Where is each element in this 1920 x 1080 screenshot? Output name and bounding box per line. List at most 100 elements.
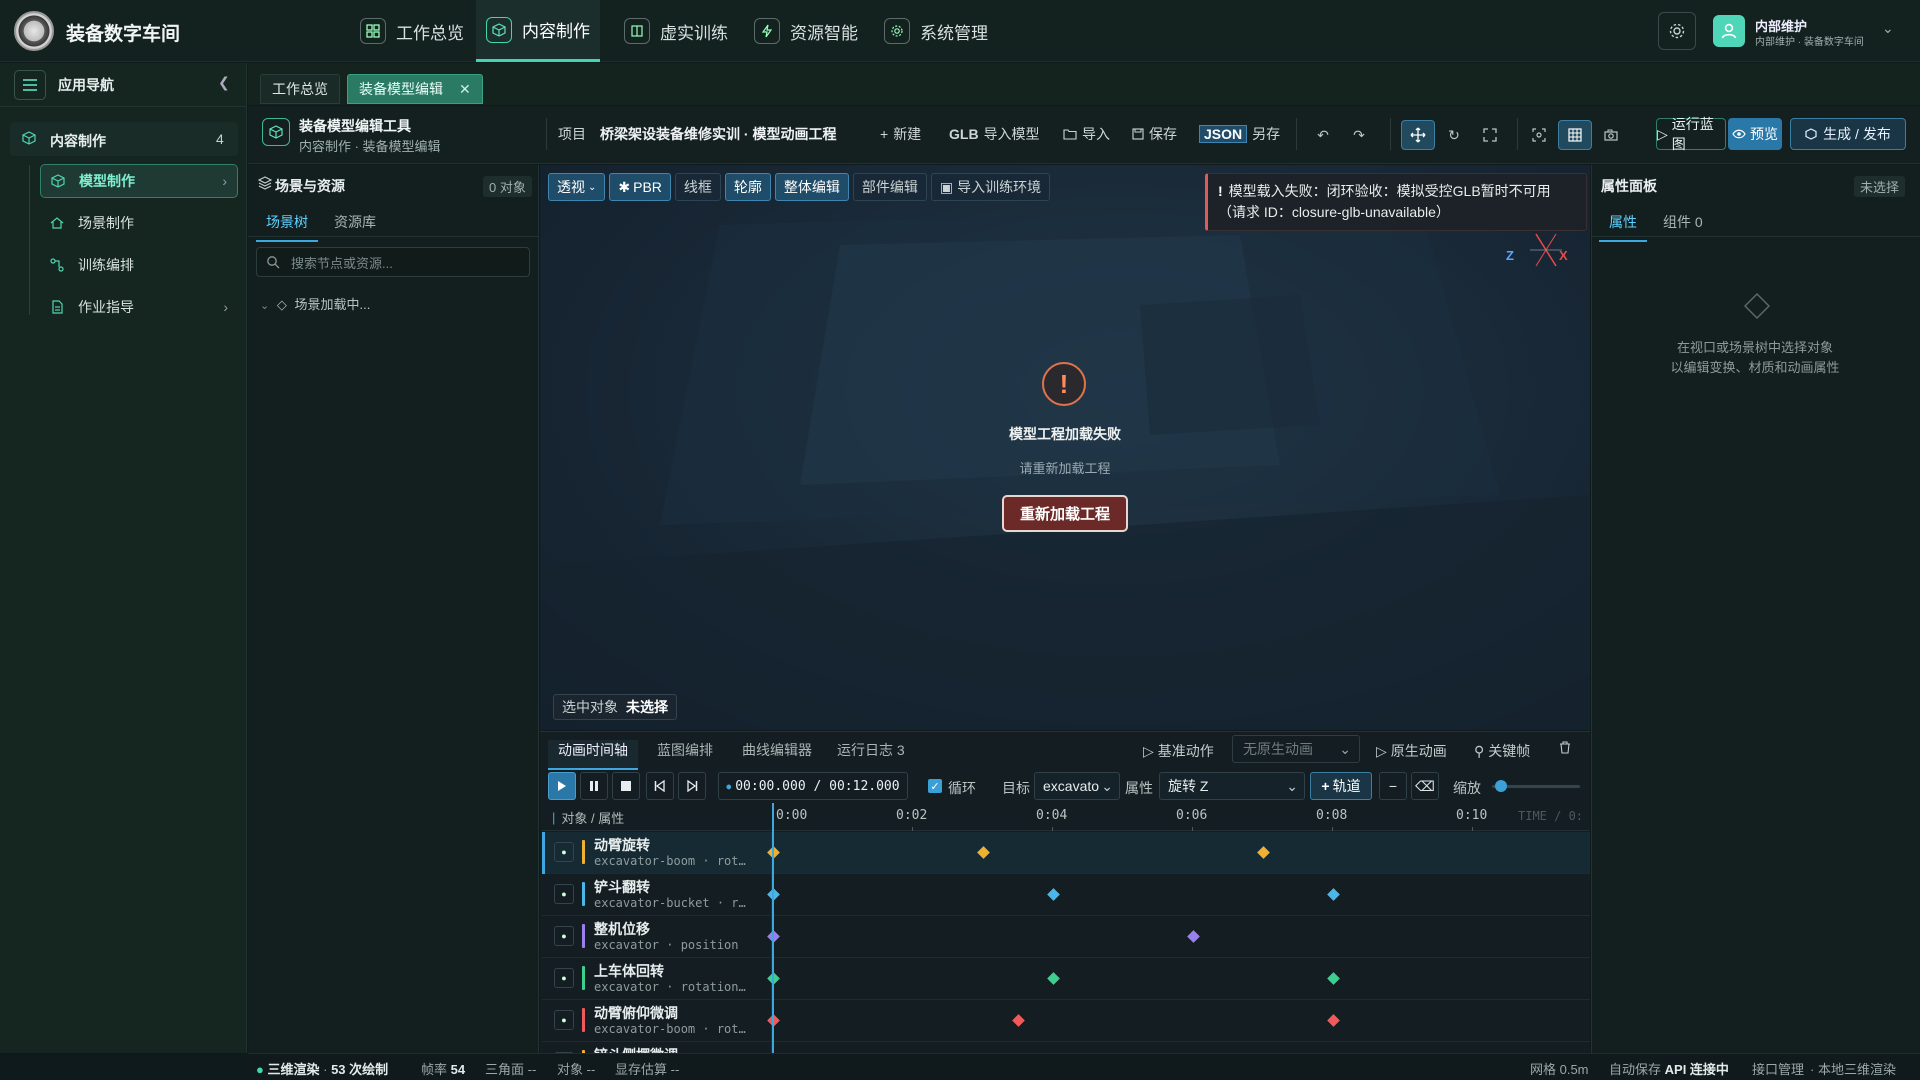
property-select[interactable]: 旋转 Z ⌄ bbox=[1159, 772, 1305, 800]
pause-button[interactable] bbox=[580, 772, 608, 800]
topnav-overview[interactable]: 工作总览 bbox=[350, 0, 474, 62]
tab-blueprint[interactable]: 蓝图编排 bbox=[647, 740, 723, 768]
tab-animation-timeline[interactable]: 动画时间轴 bbox=[548, 740, 638, 770]
topnav-system[interactable]: 系统管理 bbox=[874, 0, 998, 62]
camera-icon[interactable] bbox=[1594, 120, 1628, 150]
keyframe-marker[interactable] bbox=[977, 846, 990, 859]
tris-value: -- bbox=[527, 1062, 537, 1077]
track-target: excavator-bucket · r… bbox=[594, 896, 746, 910]
topnav-content[interactable]: 内容制作 bbox=[476, 0, 600, 62]
target-select[interactable]: excavato ⌄ bbox=[1034, 772, 1120, 800]
save-button[interactable]: 保存 bbox=[1132, 124, 1177, 144]
tab-overview[interactable]: 工作总览 bbox=[260, 74, 340, 104]
box-icon: ▣ bbox=[939, 178, 954, 195]
step-forward-button[interactable] bbox=[678, 772, 706, 800]
clear-keyframes-button[interactable]: ⌫ bbox=[1411, 772, 1439, 800]
stop-button[interactable] bbox=[612, 772, 640, 800]
remove-track-button[interactable]: − bbox=[1379, 772, 1407, 800]
outline-toggle[interactable]: 轮廓 bbox=[724, 173, 771, 201]
playhead[interactable] bbox=[772, 803, 774, 1053]
part-edit-toggle[interactable]: 部件编辑 bbox=[852, 173, 927, 201]
play-button[interactable] bbox=[548, 772, 576, 800]
ruler-tick-mark bbox=[912, 827, 913, 831]
animation-select[interactable]: 无原生动画 ⌄ bbox=[1232, 735, 1360, 763]
keyframe-marker[interactable] bbox=[1187, 930, 1200, 943]
visibility-toggle[interactable]: ● bbox=[554, 968, 574, 988]
saveas-button[interactable]: JSON 另存 bbox=[1199, 124, 1280, 144]
new-button[interactable]: + 新建 bbox=[880, 124, 921, 144]
tab-properties[interactable]: 属性 bbox=[1599, 212, 1647, 242]
native-animation-button[interactable]: ▷ 原生动画 bbox=[1376, 741, 1447, 761]
keyframe-marker[interactable] bbox=[1047, 888, 1060, 901]
track-row[interactable]: ● 整机位移 excavator · position bbox=[542, 916, 1590, 958]
keyframe-marker[interactable] bbox=[1047, 972, 1060, 985]
wireframe-toggle[interactable]: 线框 bbox=[674, 173, 721, 201]
selected-label: 选中对象 bbox=[562, 699, 618, 715]
search-input[interactable]: 搜索节点或资源... bbox=[256, 247, 530, 277]
api-manage-link[interactable]: 接口管理 bbox=[1752, 1059, 1804, 1078]
preview-button[interactable]: 预览 bbox=[1728, 118, 1782, 150]
perspective-toggle[interactable]: 透视 ⌄ bbox=[548, 173, 606, 201]
tab-run-log[interactable]: 运行日志 3 bbox=[827, 740, 915, 768]
visibility-toggle[interactable]: ● bbox=[554, 1010, 574, 1030]
chevron-down-icon[interactable]: ⌄ bbox=[1882, 20, 1894, 37]
sidebar-item-training[interactable]: 训练编排 bbox=[40, 248, 238, 282]
tree-item-loading[interactable]: ⌄ ◇ 场景加载中... bbox=[260, 294, 370, 313]
cube-icon bbox=[262, 118, 290, 146]
whole-edit-toggle[interactable]: 整体编辑 bbox=[774, 173, 849, 201]
reload-project-button[interactable]: 重新加载工程 bbox=[1002, 495, 1128, 532]
scale-icon[interactable] bbox=[1473, 120, 1507, 150]
track-row[interactable]: ● 动臂旋转 excavator-boom · rot… bbox=[542, 832, 1590, 874]
keyframe-marker[interactable] bbox=[1327, 888, 1340, 901]
track-row[interactable]: ● 上车体回转 excavator · rotation… bbox=[542, 958, 1590, 1000]
keyframe-marker[interactable] bbox=[1327, 1014, 1340, 1027]
grid-toggle-icon[interactable] bbox=[1558, 120, 1592, 150]
tab-scene-tree[interactable]: 场景树 bbox=[256, 212, 318, 242]
base-action-button[interactable]: ▷ 基准动作 bbox=[1143, 741, 1214, 761]
tab-model-edit[interactable]: 装备模型编辑 ✕ bbox=[347, 74, 483, 104]
avatar[interactable] bbox=[1713, 15, 1745, 47]
publish-button[interactable]: 生成 / 发布 bbox=[1790, 118, 1906, 150]
sidebar-item-scene[interactable]: 场景制作 bbox=[40, 206, 238, 240]
trash-icon[interactable] bbox=[1559, 741, 1571, 754]
visibility-toggle[interactable]: ● bbox=[554, 884, 574, 904]
keyframe-marker[interactable] bbox=[1257, 846, 1270, 859]
track-row[interactable]: ● 铲斗翻转 excavator-bucket · r… bbox=[542, 874, 1590, 916]
rotate-icon[interactable]: ↻ bbox=[1437, 120, 1471, 150]
focus-icon[interactable] bbox=[1522, 120, 1556, 150]
sidebar-section-content[interactable]: 内容制作 4 bbox=[10, 122, 238, 156]
search-icon bbox=[266, 255, 280, 269]
import-button[interactable]: 导入 bbox=[1063, 124, 1110, 144]
topnav-training[interactable]: 虚实训练 bbox=[614, 0, 738, 62]
sidebar-item-guide[interactable]: 作业指导 › bbox=[40, 290, 238, 324]
selection-indicator bbox=[542, 832, 545, 874]
collapse-icon[interactable]: ❮ bbox=[218, 74, 230, 91]
menu-icon[interactable] bbox=[14, 70, 46, 100]
visibility-toggle[interactable]: ● bbox=[554, 842, 574, 862]
import-model-button[interactable]: GLB 导入模型 bbox=[949, 124, 1040, 144]
run-blueprint-button[interactable]: ▷ 运行蓝图 bbox=[1656, 116, 1726, 152]
step-back-button[interactable] bbox=[646, 772, 674, 800]
import-env-button[interactable]: ▣ 导入训练环境 bbox=[930, 173, 1051, 201]
sidebar-item-model[interactable]: 模型制作 › bbox=[40, 164, 238, 198]
book-icon bbox=[624, 18, 650, 44]
pbr-toggle[interactable]: ✱ PBR bbox=[609, 173, 671, 201]
add-track-button[interactable]: + 轨道 bbox=[1310, 772, 1372, 800]
loop-checkbox[interactable]: ✓ bbox=[928, 779, 942, 793]
3d-viewport[interactable] bbox=[540, 165, 1590, 730]
keyframe-marker[interactable] bbox=[1012, 1014, 1025, 1027]
zoom-slider-thumb[interactable] bbox=[1494, 780, 1507, 792]
tab-curve-editor[interactable]: 曲线编辑器 bbox=[732, 740, 822, 768]
close-icon[interactable]: ✕ bbox=[459, 81, 471, 98]
redo-icon[interactable]: ↷ bbox=[1342, 120, 1376, 150]
keyframe-marker[interactable] bbox=[1327, 972, 1340, 985]
visibility-toggle[interactable]: ● bbox=[554, 926, 574, 946]
undo-icon[interactable]: ↶ bbox=[1306, 120, 1340, 150]
loop-label: 循环 bbox=[948, 780, 976, 796]
move-icon[interactable] bbox=[1401, 120, 1435, 150]
error-toast: ! 模型载入失败：闭环验收：模拟受控GLB暂时不可用（请求 ID：closure-… bbox=[1205, 173, 1587, 231]
keyframe-button[interactable]: ⚲ 关键帧 bbox=[1474, 741, 1530, 761]
track-row[interactable]: ● 动臂俯仰微调 excavator-boom · rot… bbox=[542, 1000, 1590, 1042]
topnav-resource[interactable]: 资源智能 bbox=[744, 0, 868, 62]
settings-button[interactable] bbox=[1658, 12, 1696, 50]
